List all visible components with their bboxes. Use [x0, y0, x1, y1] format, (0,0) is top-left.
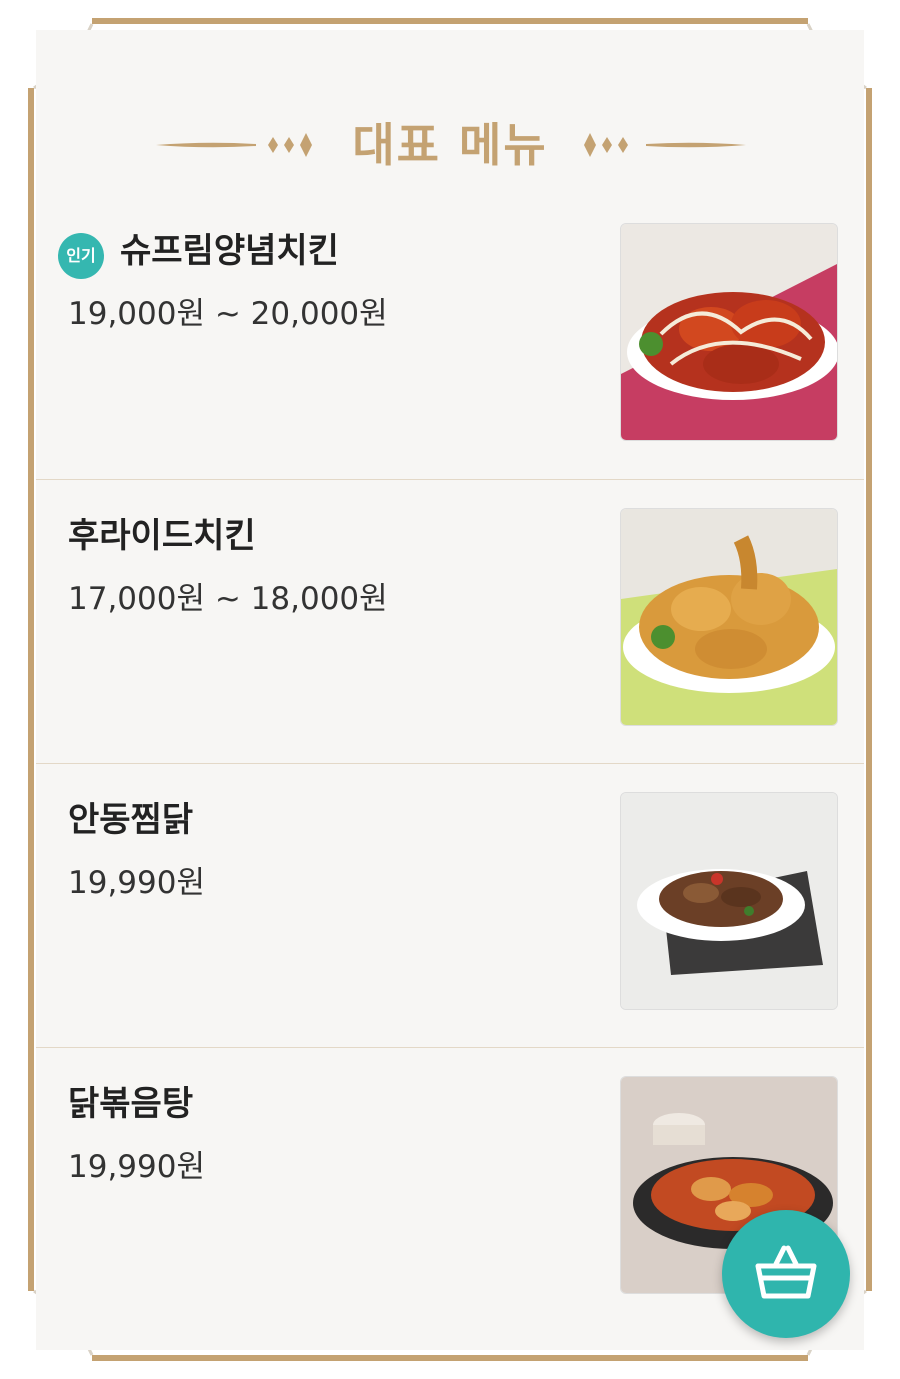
item-price: 19,990원 [68, 1149, 205, 1185]
item-name: 후라이드치킨 [68, 516, 256, 556]
item-price: 17,000원 ~ 18,000원 [68, 581, 388, 617]
shopping-basket-icon [755, 1245, 817, 1299]
popular-badge: 인기 [58, 233, 104, 279]
menu-item[interactable]: 인기 슈프림양념치킨 19,000원 ~ 20,000원 [36, 195, 864, 479]
cart-button[interactable] [722, 1210, 850, 1338]
menu-item[interactable]: 안동찜닭 19,990원 [36, 763, 864, 1048]
item-price: 19,000원 ~ 20,000원 [68, 296, 388, 332]
item-name: 안동찜닭 [68, 800, 194, 840]
fried-chicken-photo[interactable] [620, 508, 838, 726]
seasoned-chicken-photo[interactable] [620, 223, 838, 441]
ornament-right-icon [584, 133, 746, 157]
item-name: 닭볶음탕 [68, 1084, 194, 1124]
item-price: 19,990원 [68, 865, 205, 901]
menu-item[interactable]: 후라이드치킨 17,000원 ~ 18,000원 [36, 479, 864, 764]
item-name: 슈프림양념치킨 [120, 231, 339, 271]
menu-panel: 대표 메뉴 인기 슈프림양념치킨 19,000원 ~ 20,000원 후라이드치… [36, 30, 864, 1350]
section-header: 대표 메뉴 [36, 120, 864, 170]
braised-chicken-photo[interactable] [620, 792, 838, 1010]
